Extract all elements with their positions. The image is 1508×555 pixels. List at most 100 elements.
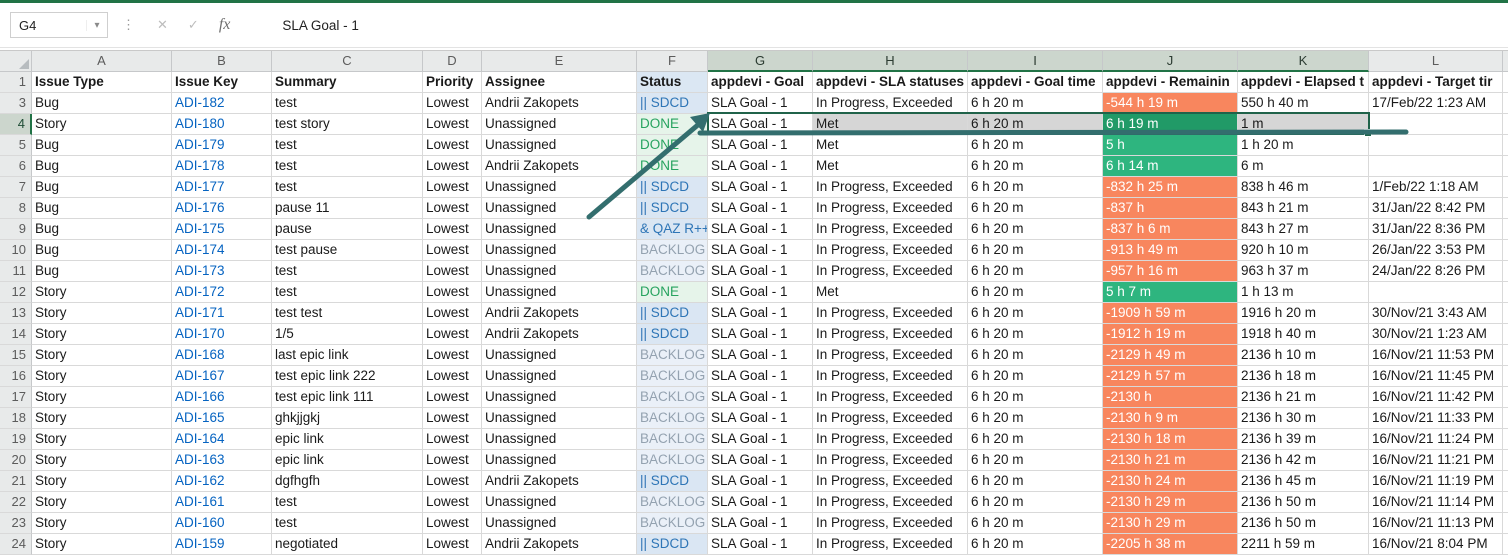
cell-I4[interactable]: 6 h 20 m bbox=[968, 114, 1103, 135]
row-header-9[interactable]: 9 bbox=[0, 219, 32, 240]
cell-C17[interactable]: test epic link 111 bbox=[272, 387, 423, 408]
cell-K9[interactable]: 843 h 27 m bbox=[1238, 219, 1369, 240]
cell-F22[interactable]: BACKLOG bbox=[637, 492, 708, 513]
cell-J7[interactable]: -832 h 25 m bbox=[1103, 177, 1238, 198]
cell-G5[interactable]: SLA Goal - 1 bbox=[708, 135, 813, 156]
cell-H16[interactable]: In Progress, Exceeded bbox=[813, 366, 968, 387]
cell-A19[interactable]: Story bbox=[32, 429, 172, 450]
cell-G3[interactable]: SLA Goal - 1 bbox=[708, 93, 813, 114]
cell-J23[interactable]: -2130 h 29 m bbox=[1103, 513, 1238, 534]
cell-A24[interactable]: Story bbox=[32, 534, 172, 555]
cell-B3[interactable]: ADI-182 bbox=[172, 93, 272, 114]
cell-J18[interactable]: -2130 h 9 m bbox=[1103, 408, 1238, 429]
cell-J5[interactable]: 5 h bbox=[1103, 135, 1238, 156]
row-header-10[interactable]: 10 bbox=[0, 240, 32, 261]
column-header-H[interactable]: H bbox=[813, 51, 968, 72]
row-header-19[interactable]: 19 bbox=[0, 429, 32, 450]
column-header-E[interactable]: E bbox=[482, 51, 637, 72]
cell-F12[interactable]: DONE bbox=[637, 282, 708, 303]
cell-C19[interactable]: epic link bbox=[272, 429, 423, 450]
cell-L9[interactable]: 31/Jan/22 8:36 PM bbox=[1369, 219, 1503, 240]
cell-G16[interactable]: SLA Goal - 1 bbox=[708, 366, 813, 387]
cell-F4[interactable]: DONE bbox=[637, 114, 708, 135]
column-header-D[interactable]: D bbox=[423, 51, 482, 72]
row-header-24[interactable]: 24 bbox=[0, 534, 32, 555]
cell-C23[interactable]: test bbox=[272, 513, 423, 534]
insert-function-icon[interactable]: fx bbox=[219, 16, 231, 34]
cell-K24[interactable]: 2211 h 59 m bbox=[1238, 534, 1369, 555]
select-all-button[interactable] bbox=[0, 51, 32, 72]
cell-H6[interactable]: Met bbox=[813, 156, 968, 177]
cell-J9[interactable]: -837 h 6 m bbox=[1103, 219, 1238, 240]
cell-L21[interactable]: 16/Nov/21 11:19 PM bbox=[1369, 471, 1503, 492]
cell-K3[interactable]: 550 h 40 m bbox=[1238, 93, 1369, 114]
cell-B6[interactable]: ADI-178 bbox=[172, 156, 272, 177]
cell-J17[interactable]: -2130 h bbox=[1103, 387, 1238, 408]
cell-E7[interactable]: Unassigned bbox=[482, 177, 637, 198]
cell-I16[interactable]: 6 h 20 m bbox=[968, 366, 1103, 387]
field-header-A[interactable]: Issue Type bbox=[32, 72, 172, 93]
cell-H9[interactable]: In Progress, Exceeded bbox=[813, 219, 968, 240]
cell-C5[interactable]: test bbox=[272, 135, 423, 156]
cell-B14[interactable]: ADI-170 bbox=[172, 324, 272, 345]
cell-I14[interactable]: 6 h 20 m bbox=[968, 324, 1103, 345]
cell-J20[interactable]: -2130 h 21 m bbox=[1103, 450, 1238, 471]
cell-F13[interactable]: || SDCD bbox=[637, 303, 708, 324]
cell-B17[interactable]: ADI-166 bbox=[172, 387, 272, 408]
cell-H17[interactable]: In Progress, Exceeded bbox=[813, 387, 968, 408]
cell-E20[interactable]: Unassigned bbox=[482, 450, 637, 471]
field-header-I[interactable]: appdevi - Goal time bbox=[968, 72, 1103, 93]
cell-G19[interactable]: SLA Goal - 1 bbox=[708, 429, 813, 450]
cell-H10[interactable]: In Progress, Exceeded bbox=[813, 240, 968, 261]
cell-G14[interactable]: SLA Goal - 1 bbox=[708, 324, 813, 345]
cell-K15[interactable]: 2136 h 10 m bbox=[1238, 345, 1369, 366]
cell-I24[interactable]: 6 h 20 m bbox=[968, 534, 1103, 555]
cell-C12[interactable]: test bbox=[272, 282, 423, 303]
cell-H7[interactable]: In Progress, Exceeded bbox=[813, 177, 968, 198]
cell-B11[interactable]: ADI-173 bbox=[172, 261, 272, 282]
cell-E22[interactable]: Unassigned bbox=[482, 492, 637, 513]
cell-C16[interactable]: test epic link 222 bbox=[272, 366, 423, 387]
cell-E8[interactable]: Unassigned bbox=[482, 198, 637, 219]
cell-H11[interactable]: In Progress, Exceeded bbox=[813, 261, 968, 282]
cell-G20[interactable]: SLA Goal - 1 bbox=[708, 450, 813, 471]
cell-F19[interactable]: BACKLOG bbox=[637, 429, 708, 450]
cell-E10[interactable]: Unassigned bbox=[482, 240, 637, 261]
cell-J21[interactable]: -2130 h 24 m bbox=[1103, 471, 1238, 492]
cell-E21[interactable]: Andrii Zakopets bbox=[482, 471, 637, 492]
cell-K6[interactable]: 6 m bbox=[1238, 156, 1369, 177]
cell-D7[interactable]: Lowest bbox=[423, 177, 482, 198]
cell-E17[interactable]: Unassigned bbox=[482, 387, 637, 408]
cell-G23[interactable]: SLA Goal - 1 bbox=[708, 513, 813, 534]
cell-A15[interactable]: Story bbox=[32, 345, 172, 366]
cell-D5[interactable]: Lowest bbox=[423, 135, 482, 156]
cell-F11[interactable]: BACKLOG bbox=[637, 261, 708, 282]
column-header-B[interactable]: B bbox=[172, 51, 272, 72]
cell-F23[interactable]: BACKLOG bbox=[637, 513, 708, 534]
cell-K8[interactable]: 843 h 21 m bbox=[1238, 198, 1369, 219]
cell-C6[interactable]: test bbox=[272, 156, 423, 177]
row-header-20[interactable]: 20 bbox=[0, 450, 32, 471]
cell-L20[interactable]: 16/Nov/21 11:21 PM bbox=[1369, 450, 1503, 471]
cell-F9[interactable]: & QAZ R++ bbox=[637, 219, 708, 240]
cell-K4[interactable]: 1 m bbox=[1238, 114, 1369, 135]
cancel-icon[interactable]: ✕ bbox=[157, 17, 168, 33]
cell-C10[interactable]: test pause bbox=[272, 240, 423, 261]
column-header-F[interactable]: F bbox=[637, 51, 708, 72]
row-header-4[interactable]: 4 bbox=[0, 114, 32, 135]
cell-G22[interactable]: SLA Goal - 1 bbox=[708, 492, 813, 513]
cell-G10[interactable]: SLA Goal - 1 bbox=[708, 240, 813, 261]
cell-B10[interactable]: ADI-174 bbox=[172, 240, 272, 261]
column-header-K[interactable]: K bbox=[1238, 51, 1369, 72]
cell-A7[interactable]: Bug bbox=[32, 177, 172, 198]
cell-H12[interactable]: Met bbox=[813, 282, 968, 303]
cell-A23[interactable]: Story bbox=[32, 513, 172, 534]
cell-E24[interactable]: Andrii Zakopets bbox=[482, 534, 637, 555]
cell-H15[interactable]: In Progress, Exceeded bbox=[813, 345, 968, 366]
cell-G11[interactable]: SLA Goal - 1 bbox=[708, 261, 813, 282]
cell-F18[interactable]: BACKLOG bbox=[637, 408, 708, 429]
cell-A11[interactable]: Bug bbox=[32, 261, 172, 282]
cell-I12[interactable]: 6 h 20 m bbox=[968, 282, 1103, 303]
cell-C7[interactable]: test bbox=[272, 177, 423, 198]
cell-H5[interactable]: Met bbox=[813, 135, 968, 156]
